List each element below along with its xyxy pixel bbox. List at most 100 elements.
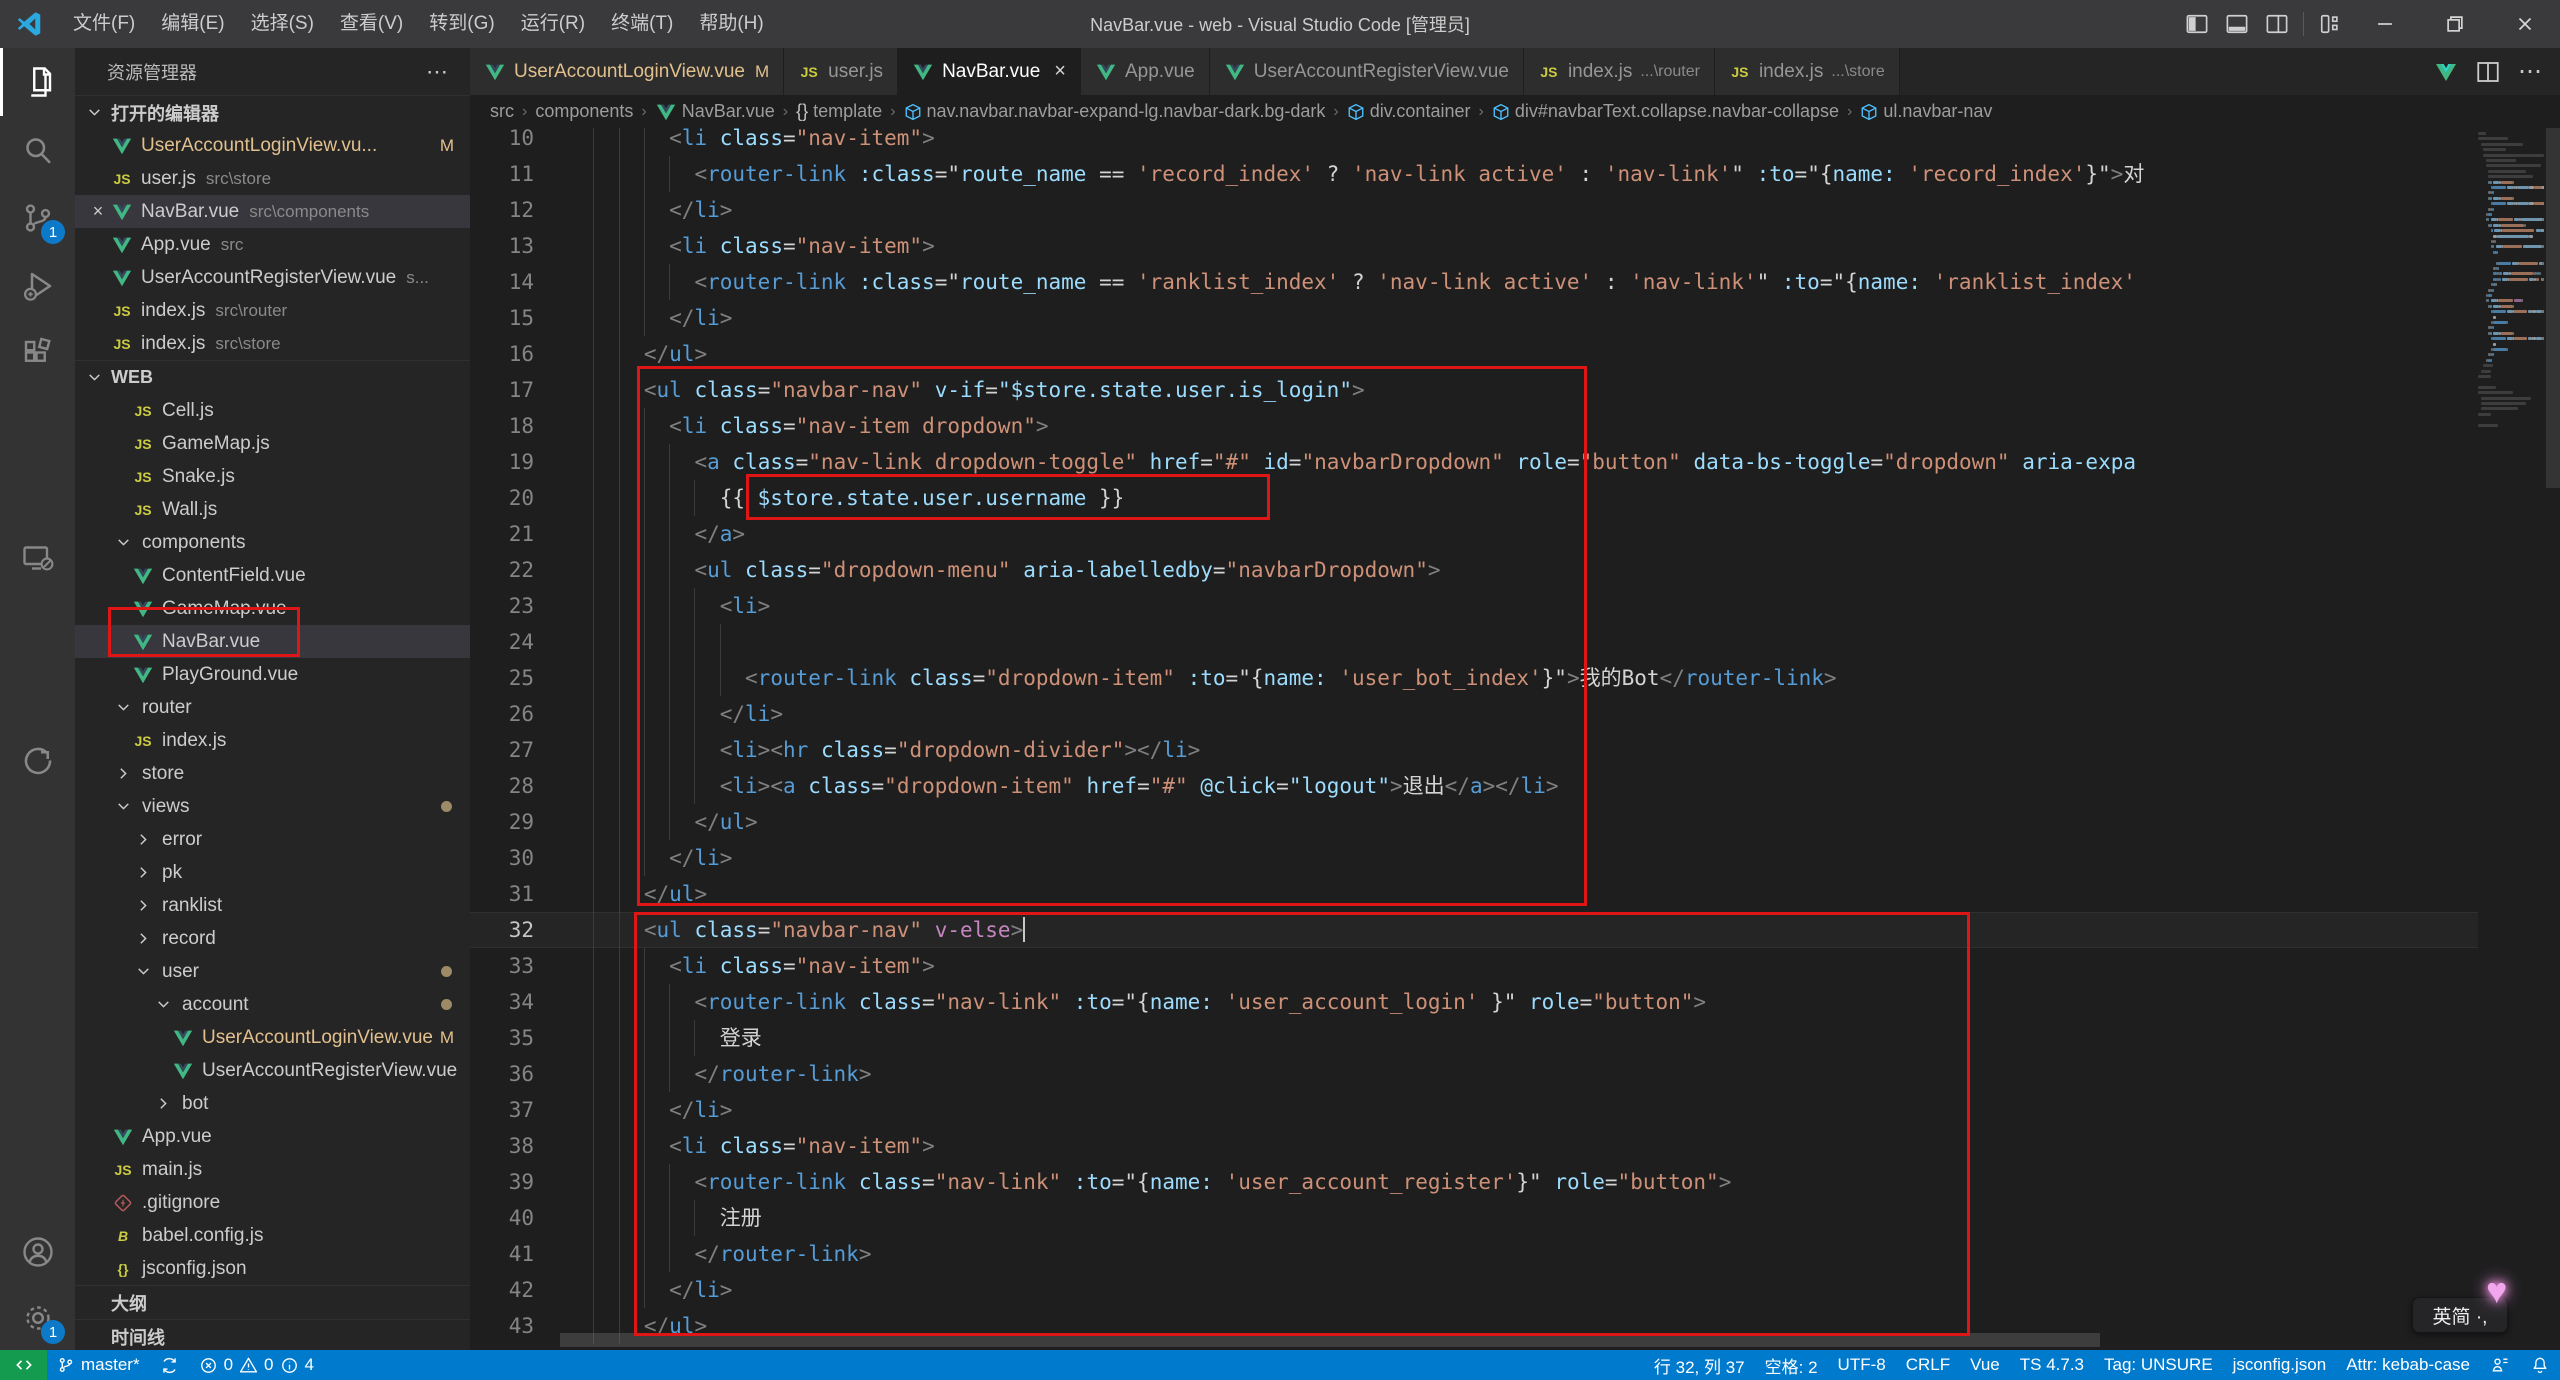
tree-file-snake-js[interactable]: JS Snake.js: [75, 460, 470, 493]
status-language-mode[interactable]: Vue: [1960, 1350, 2010, 1380]
tab-app-vue[interactable]: App.vue: [1080, 48, 1210, 95]
open-editor-item[interactable]: × NavBar.vue src\components: [75, 195, 470, 228]
minimize-button[interactable]: [2350, 0, 2420, 48]
code-line-23[interactable]: <li>: [568, 588, 2560, 624]
open-editor-item[interactable]: JS index.js src\store: [75, 327, 470, 360]
tab-navbar-vue[interactable]: NavBar.vue ×: [898, 48, 1081, 95]
timeline-section-header[interactable]: 时间线: [75, 1319, 470, 1350]
tree-file-jsconfig-json[interactable]: {} jsconfig.json: [75, 1252, 470, 1285]
code-line-30[interactable]: </li>: [568, 840, 2560, 876]
tree-file-useraccountloginview-vue[interactable]: UserAccountLoginView.vue M: [75, 1021, 470, 1054]
code-line-37[interactable]: </li>: [568, 1092, 2560, 1128]
code-line-34[interactable]: <router-link class="nav-link" :to="{name…: [568, 984, 2560, 1020]
code-line-38[interactable]: <li class="nav-item">: [568, 1128, 2560, 1164]
code-line-42[interactable]: </li>: [568, 1272, 2560, 1308]
open-editor-item[interactable]: UserAccountLoginView.vu... M: [75, 129, 470, 162]
code-line-40[interactable]: 注册: [568, 1200, 2560, 1236]
code-line-17[interactable]: <ul class="navbar-nav" v-if="$store.stat…: [568, 372, 2560, 408]
more-actions-icon[interactable]: ⋯: [426, 59, 450, 85]
toggle-panel-icon[interactable]: [2217, 0, 2257, 48]
breadcrumb-item[interactable]: div#navbarText.collapse.navbar-collapse: [1492, 101, 1839, 122]
breadcrumb-item[interactable]: ul.navbar-nav: [1860, 101, 1992, 122]
code-line-27[interactable]: <li><hr class="dropdown-divider"></li>: [568, 732, 2560, 768]
source-control-icon[interactable]: 1: [0, 184, 75, 252]
menu-e[interactable]: 编辑(E): [148, 0, 237, 48]
vertical-scrollbar[interactable]: [2546, 128, 2560, 488]
tree-file-useraccountregisterview-vue[interactable]: UserAccountRegisterView.vue: [75, 1054, 470, 1087]
code-line-12[interactable]: </li>: [568, 192, 2560, 228]
code-line-31[interactable]: </ul>: [568, 876, 2560, 912]
tree-file-contentfield-vue[interactable]: ContentField.vue: [75, 559, 470, 592]
tree-folder-error[interactable]: error: [75, 823, 470, 856]
remote-explorer-icon[interactable]: [0, 524, 75, 592]
tree-folder-store[interactable]: store: [75, 757, 470, 790]
open-editor-item[interactable]: JS user.js src\store: [75, 162, 470, 195]
feedback-item[interactable]: [2480, 1350, 2520, 1380]
menu-s[interactable]: 选择(S): [238, 0, 327, 48]
menu-g[interactable]: 转到(G): [416, 0, 507, 48]
code-line-33[interactable]: <li class="nav-item">: [568, 948, 2560, 984]
status-eol[interactable]: CRLF: [1896, 1350, 1960, 1380]
account-icon[interactable]: [0, 1218, 75, 1286]
open-editor-item[interactable]: App.vue src: [75, 228, 470, 261]
code-line-11[interactable]: <router-link :class="route_name == 'reco…: [568, 156, 2560, 192]
close-button[interactable]: [2490, 0, 2560, 48]
more-actions-icon[interactable]: ⋯: [2518, 57, 2542, 86]
tree-file-gamemap-js[interactable]: JS GameMap.js: [75, 427, 470, 460]
code-line-10[interactable]: <li class="nav-item">: [568, 128, 2560, 156]
sync-item[interactable]: [150, 1350, 189, 1380]
run-debug-icon[interactable]: [0, 252, 75, 320]
code-line-22[interactable]: <ul class="dropdown-menu" aria-labelledb…: [568, 552, 2560, 588]
tree-file-navbar-vue[interactable]: NavBar.vue: [75, 625, 470, 658]
notifications-item[interactable]: [2520, 1350, 2560, 1380]
open-editor-item[interactable]: JS index.js src\router: [75, 294, 470, 327]
problems-item[interactable]: 0 0 4: [189, 1350, 324, 1380]
tree-folder-record[interactable]: record: [75, 922, 470, 955]
breadcrumb-item[interactable]: components: [535, 101, 633, 122]
tree-folder-router[interactable]: router: [75, 691, 470, 724]
status-typescript-version[interactable]: TS 4.7.3: [2010, 1350, 2094, 1380]
vue-run-icon[interactable]: [2434, 60, 2458, 84]
code-line-20[interactable]: {{ $store.state.user.username }}: [568, 480, 2560, 516]
code-line-32[interactable]: <ul class="navbar-nav" v-else>: [568, 912, 2560, 948]
git-branch-item[interactable]: master*: [47, 1350, 150, 1380]
code-line-16[interactable]: </ul>: [568, 336, 2560, 372]
toggle-sidebar-icon[interactable]: [2177, 0, 2217, 48]
tree-folder-components[interactable]: components: [75, 526, 470, 559]
code-line-13[interactable]: <li class="nav-item">: [568, 228, 2560, 264]
status-tag-style[interactable]: Tag: UNSURE: [2094, 1350, 2223, 1380]
code-line-18[interactable]: <li class="nav-item dropdown">: [568, 408, 2560, 444]
close-icon[interactable]: ×: [1054, 60, 1066, 83]
tree-file-index-js[interactable]: JS index.js: [75, 724, 470, 757]
code-line-29[interactable]: </ul>: [568, 804, 2560, 840]
status-cursor-position[interactable]: 行 32, 列 37: [1644, 1350, 1755, 1380]
remote-indicator[interactable]: [0, 1350, 47, 1380]
open-editors-section-header[interactable]: 打开的编辑器: [75, 95, 470, 129]
tab-useraccountregisterview-vue[interactable]: UserAccountRegisterView.vue: [1209, 48, 1524, 95]
horizontal-scrollbar[interactable]: [560, 1333, 2100, 1347]
code-line-41[interactable]: </router-link>: [568, 1236, 2560, 1272]
status-indentation[interactable]: 空格: 2: [1755, 1350, 1828, 1380]
menu-h[interactable]: 帮助(H): [686, 0, 776, 48]
customize-layout-icon[interactable]: [2310, 0, 2350, 48]
menu-f[interactable]: 文件(F): [60, 0, 148, 48]
status-attr-style[interactable]: Attr: kebab-case: [2336, 1350, 2480, 1380]
breadcrumb-item[interactable]: src: [490, 101, 514, 122]
code-line-35[interactable]: 登录: [568, 1020, 2560, 1056]
code-line-28[interactable]: <li><a class="dropdown-item" href="#" @c…: [568, 768, 2560, 804]
outline-section-header[interactable]: 大纲: [75, 1285, 470, 1319]
tree-file-playground-vue[interactable]: PlayGround.vue: [75, 658, 470, 691]
status-jsconfig[interactable]: jsconfig.json: [2223, 1350, 2337, 1380]
tree-file--gitignore[interactable]: .gitignore: [75, 1186, 470, 1219]
tree-file-gamemap-vue[interactable]: GameMap.vue: [75, 592, 470, 625]
tree-folder-pk[interactable]: pk: [75, 856, 470, 889]
tab-useraccountloginview-vue[interactable]: UserAccountLoginView.vue M: [470, 48, 785, 95]
code-line-36[interactable]: </router-link>: [568, 1056, 2560, 1092]
code-line-25[interactable]: <router-link class="dropdown-item" :to="…: [568, 660, 2560, 696]
tree-folder-user[interactable]: user: [75, 955, 470, 988]
breadcrumb-item[interactable]: nav.navbar.navbar-expand-lg.navbar-dark.…: [904, 101, 1325, 122]
breadcrumb[interactable]: src › components › NavBar.vue › {} template › nav…: [470, 95, 2560, 128]
code-line-21[interactable]: </a>: [568, 516, 2560, 552]
breadcrumb-item[interactable]: {} template: [796, 101, 882, 122]
settings-gear-icon[interactable]: 1: [0, 1284, 75, 1352]
